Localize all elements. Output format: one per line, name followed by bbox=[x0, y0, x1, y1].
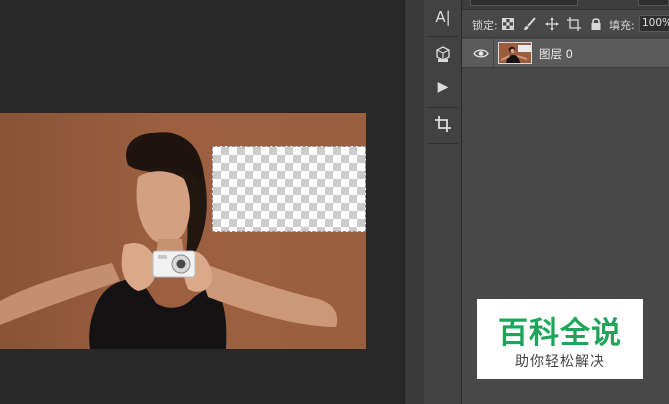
transparent-selection-marquee[interactable] bbox=[212, 146, 366, 232]
character-text-icon: A| bbox=[435, 8, 451, 26]
eye-icon[interactable] bbox=[472, 45, 490, 61]
blend-mode-dropdown[interactable] bbox=[470, 0, 578, 6]
canvas-area[interactable] bbox=[0, 0, 404, 404]
marching-ants-border bbox=[212, 146, 366, 232]
layer-name[interactable]: 图层 0 bbox=[539, 46, 573, 62]
watermark-title: 百科全说 bbox=[498, 316, 622, 351]
layer-row-divider bbox=[493, 39, 494, 67]
watermark-logo: 百科全说 助你轻松解决 bbox=[477, 299, 643, 379]
watermark-subtitle: 助你轻松解决 bbox=[515, 354, 605, 370]
fill-label: 填充: bbox=[609, 19, 635, 32]
opacity-field[interactable] bbox=[638, 0, 669, 6]
layer-row-layer-0[interactable]: 图层 0 bbox=[462, 39, 669, 68]
lock-transparent-pixels-icon[interactable] bbox=[500, 16, 516, 32]
lock-label: 锁定: bbox=[472, 19, 498, 32]
image-document[interactable] bbox=[0, 113, 366, 349]
layer-thumbnail[interactable] bbox=[498, 42, 532, 64]
fill-input[interactable]: 100% bbox=[639, 15, 669, 32]
actions-panel-button[interactable]: ▶ bbox=[424, 72, 462, 102]
canvas-scroll-gutter[interactable] bbox=[404, 0, 424, 404]
crop-panel-button[interactable] bbox=[424, 111, 462, 141]
photoshop-window: A| ▶ 锁定: 填充: 100 图层 0 百科全说 助你轻松解决 bbox=[0, 0, 669, 404]
crop-icon bbox=[434, 115, 452, 137]
tool-separator bbox=[428, 36, 458, 37]
lock-artboard-icon[interactable] bbox=[566, 16, 582, 32]
layers-panel-top-strip bbox=[462, 0, 669, 10]
collapsed-panel-column: A| ▶ bbox=[424, 0, 462, 404]
lock-position-icon[interactable] bbox=[544, 16, 560, 32]
tool-separator bbox=[428, 107, 458, 108]
3d-panel-button[interactable] bbox=[424, 41, 462, 71]
lock-image-pixels-icon[interactable] bbox=[522, 16, 538, 32]
tool-separator bbox=[428, 143, 458, 144]
play-actions-icon: ▶ bbox=[437, 79, 449, 95]
3d-cube-icon bbox=[434, 45, 452, 67]
lock-all-icon[interactable] bbox=[588, 16, 604, 32]
lock-options-row: 锁定: 填充: 100 bbox=[462, 10, 669, 38]
character-panel-button[interactable]: A| bbox=[424, 2, 462, 32]
